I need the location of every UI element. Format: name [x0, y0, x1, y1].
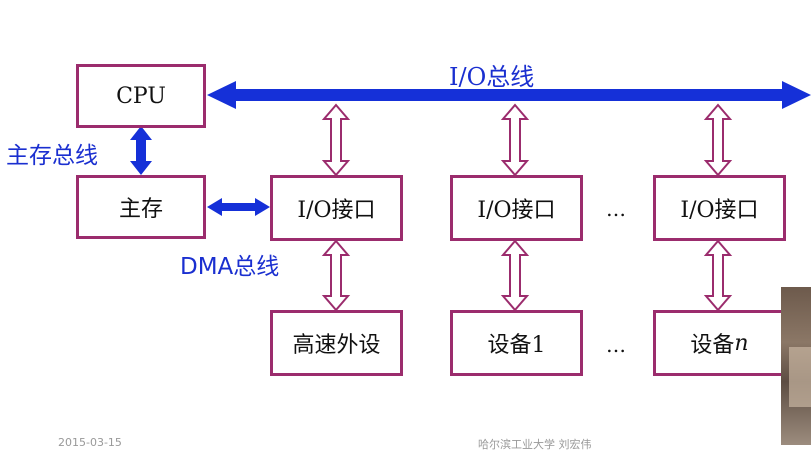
bus-to-interface-arrow-3: [703, 103, 733, 177]
ellipsis-interfaces: …: [606, 197, 627, 221]
ellipsis-devices: …: [606, 333, 627, 357]
io-interface-label: I/O接口: [680, 198, 759, 223]
io-interface-label: I/O接口: [297, 198, 376, 223]
cpu-label: CPU: [116, 83, 166, 109]
io-interface-box-3: I/O接口: [653, 175, 786, 241]
interface-to-device-arrow-3: [703, 239, 733, 312]
high-speed-peripheral-box: 高速外设: [270, 310, 403, 376]
cpu-box: CPU: [76, 64, 206, 128]
device-n-box: 设备 n: [653, 310, 786, 376]
interface-to-device-arrow-2: [500, 239, 530, 312]
dma-bus-label: DMA总线: [180, 254, 280, 280]
main-memory-box: 主存: [76, 175, 206, 239]
presenter-video-thumbnail: [781, 287, 811, 445]
device-1-label: 设备1: [487, 333, 546, 358]
io-interface-box-2: I/O接口: [450, 175, 583, 241]
device-n-variable: n: [734, 330, 749, 356]
main-memory-label: 主存: [118, 197, 163, 222]
footer-author: 哈尔滨工业大学 刘宏伟: [478, 438, 592, 451]
io-interface-box-1: I/O接口: [270, 175, 403, 241]
io-bus-label: I/O总线: [449, 63, 535, 91]
device-1-box: 设备1: [450, 310, 583, 376]
dma-bus-arrow: [207, 198, 270, 216]
io-interface-label: I/O接口: [477, 198, 556, 223]
main-bus-label: 主存总线: [6, 143, 98, 169]
high-speed-peripheral-label: 高速外设: [292, 333, 381, 358]
footer-date: 2015-03-15: [58, 436, 122, 449]
bus-to-interface-arrow-1: [321, 103, 351, 177]
interface-to-device-arrow-1: [321, 239, 351, 312]
main-memory-bus-arrow: [130, 126, 152, 175]
bus-to-interface-arrow-2: [500, 103, 530, 177]
device-n-label: 设备: [690, 333, 735, 358]
